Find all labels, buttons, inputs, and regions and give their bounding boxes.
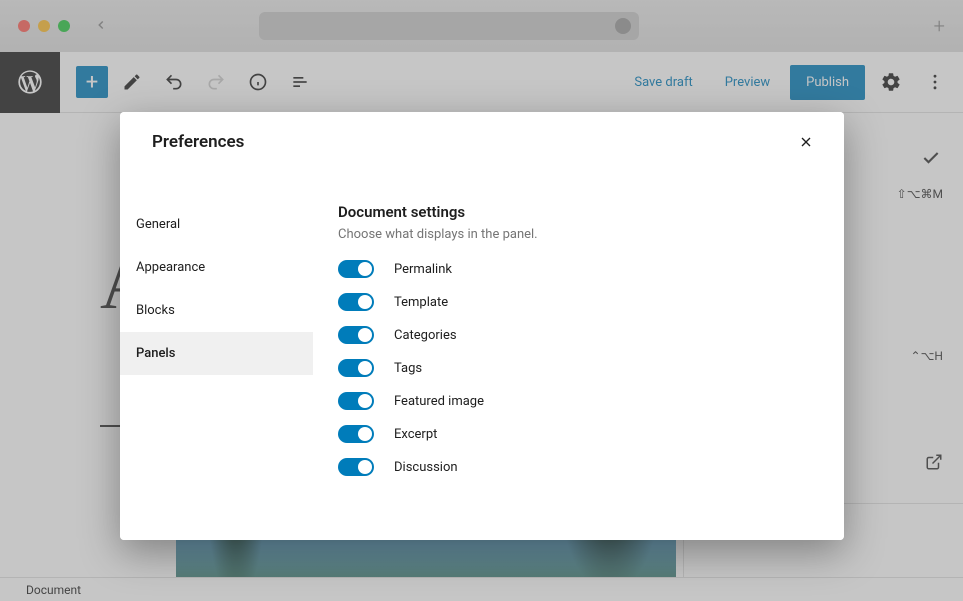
preferences-modal: Preferences General Appearance Blocks Pa… <box>120 112 844 540</box>
toggle-excerpt[interactable] <box>338 425 374 443</box>
tab-general[interactable]: General <box>120 203 313 246</box>
toggle-row-permalink: Permalink <box>338 260 820 278</box>
toggle-label: Excerpt <box>394 427 437 442</box>
toggle-row-discussion: Discussion <box>338 458 820 476</box>
toggle-discussion[interactable] <box>338 458 374 476</box>
toggle-label: Categories <box>394 328 457 343</box>
toggle-label: Featured image <box>394 394 484 409</box>
toggle-row-template: Template <box>338 293 820 311</box>
modal-sidebar: General Appearance Blocks Panels <box>120 171 313 540</box>
toggle-label: Template <box>394 295 448 310</box>
modal-title: Preferences <box>152 132 244 152</box>
toggle-label: Permalink <box>394 262 452 277</box>
toggle-categories[interactable] <box>338 326 374 344</box>
toggle-row-categories: Categories <box>338 326 820 344</box>
tab-blocks[interactable]: Blocks <box>120 289 313 332</box>
toggle-row-tags: Tags <box>338 359 820 377</box>
modal-content: Document settings Choose what displays i… <box>313 171 844 540</box>
toggle-template[interactable] <box>338 293 374 311</box>
tab-appearance[interactable]: Appearance <box>120 246 313 289</box>
toggle-featured-image[interactable] <box>338 392 374 410</box>
section-title: Document settings <box>338 203 820 221</box>
toggle-label: Tags <box>394 361 422 376</box>
toggle-tags[interactable] <box>338 359 374 377</box>
section-subtitle: Choose what displays in the panel. <box>338 227 820 242</box>
toggle-label: Discussion <box>394 460 458 475</box>
toggle-row-excerpt: Excerpt <box>338 425 820 443</box>
close-modal-button[interactable] <box>788 124 824 160</box>
modal-header: Preferences <box>120 112 844 171</box>
toggle-row-featured-image: Featured image <box>338 392 820 410</box>
modal-body: General Appearance Blocks Panels Documen… <box>120 171 844 540</box>
tab-panels[interactable]: Panels <box>120 332 313 375</box>
toggle-permalink[interactable] <box>338 260 374 278</box>
